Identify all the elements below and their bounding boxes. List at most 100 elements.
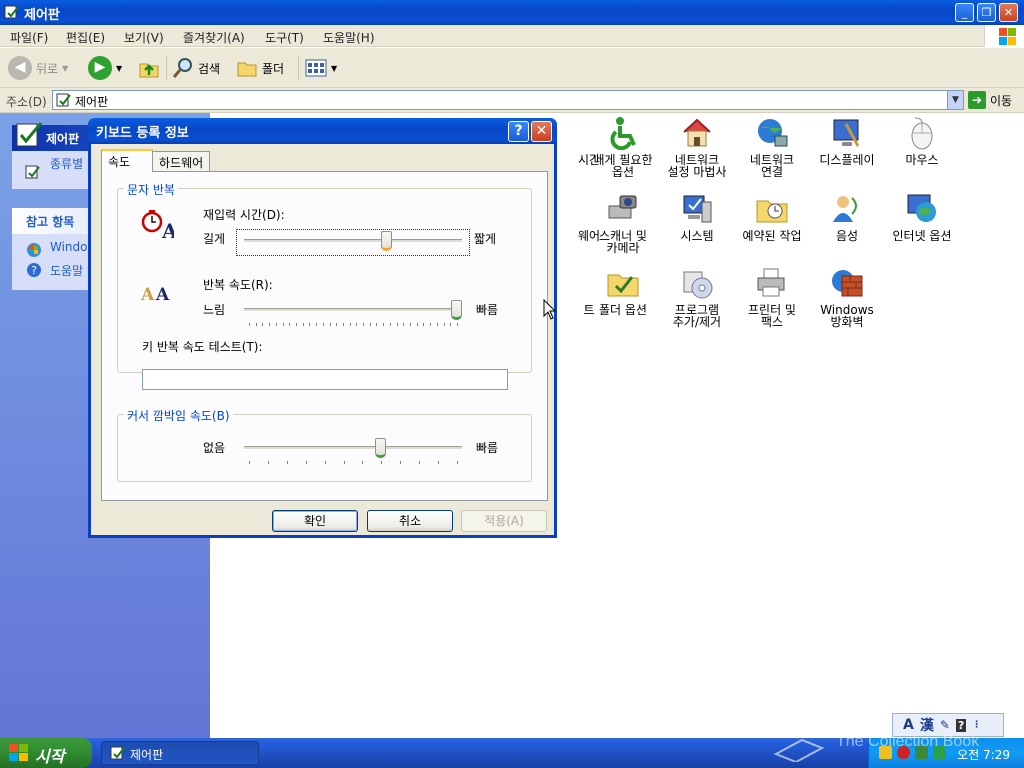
window-title: 제어판 [24,8,60,23]
slider-thumb[interactable] [380,231,392,251]
control-panel-icon [4,5,19,19]
network-setup-wizard-item[interactable]: 네트워크 설정 마법사 [658,116,736,178]
speech-item[interactable]: 음성 [808,192,886,242]
menu-tools[interactable]: 도구(T) [265,29,304,46]
taskbar-item-control-panel[interactable]: 제어판 [101,741,259,765]
tab-hardware[interactable]: 하드웨어 [152,151,210,171]
search-button[interactable]: 검색 [172,54,220,82]
printers-faxes-item[interactable]: 프린터 및 팩스 [733,266,811,328]
slider-tick [410,323,412,326]
slider-tick [324,461,326,464]
tab-speed[interactable]: 속도 [101,149,153,172]
hanja-button[interactable]: 漢 [920,715,934,735]
tab-hardware-label: 하드웨어 [159,156,204,170]
folders-button[interactable]: 폴더 [236,54,284,82]
menu-help[interactable]: 도움말(H) [323,29,375,46]
slider-track [244,239,462,243]
help-label: 도움말 [50,264,84,278]
address-input[interactable]: 제어판 ▼ [52,90,964,110]
menu-edit[interactable]: 편집(E) [66,29,105,46]
forward-button[interactable]: ▶ ▼ [88,54,122,82]
mouse-cursor-icon [543,299,557,320]
control-panel-header-label: 제어판 [46,132,80,146]
slider-tick [403,323,405,326]
control-panel-icon [16,122,43,147]
menu-favorites[interactable]: 즐겨찾기(A) [183,29,245,46]
ok-label: 확인 [303,514,327,528]
restore-button[interactable]: ❐ [977,3,996,22]
start-button[interactable]: 시작 [0,738,92,768]
slider-tick [316,323,318,326]
folder-options-label: 폴더 옵션 [599,303,647,317]
minimize-button[interactable]: _ [955,3,974,22]
back-button[interactable]: ◀ 뒤로 ▼ [8,54,68,82]
internet-options-item[interactable]: 인터넷 옵션 [883,192,961,242]
add-remove-programs-item[interactable]: 프로그램 추가/제거 [658,266,736,328]
folder-options-icon [606,266,640,300]
views-button[interactable]: ▼ [305,54,337,82]
network-setup-label-2: 설정 마법사 [667,165,727,179]
apply-button[interactable]: 적용(A) [461,510,547,532]
dialog-close-button[interactable]: ✕ [531,121,552,142]
apply-label: 적용(A) [484,514,524,528]
display-item[interactable]: 디스플레이 [808,116,886,166]
network-connections-label-2: 연결 [760,165,784,179]
windows-firewall-item[interactable]: Windows 방화벽 [808,266,886,328]
slider-tick [267,461,269,464]
ok-button[interactable]: 확인 [272,510,358,532]
ime-pad-icon[interactable]: ✎ [940,718,950,732]
repeat-rate-slider[interactable] [244,300,462,322]
speech-label: 음성 [835,229,859,243]
repeat-test-input[interactable] [142,369,508,390]
scheduled-tasks-item[interactable]: 예약된 작업 [733,192,811,242]
mouse-item[interactable]: 마우스 [883,116,961,166]
cursor-blink-ticks [249,461,458,465]
slider-tick [342,323,344,326]
network-globe-icon [755,116,789,150]
fonts-icon [552,266,586,300]
system-item[interactable]: 시스템 [658,192,736,242]
input-mode-button[interactable]: A [903,717,914,733]
dialog-titlebar[interactable]: 키보드 등록 정보 ? ✕ [88,118,557,144]
mouse-icon [905,116,939,150]
forward-arrow-icon: ▶ [88,56,112,80]
slider-tick [396,323,398,326]
slider-tick [343,461,345,464]
langbar-options-icon[interactable]: ⋮ [972,720,981,730]
up-folder-button[interactable] [138,54,160,82]
repeat-rate-fast-label: 빠름 [476,303,499,317]
folder-options-item[interactable]: 폴더 옵션 [584,266,662,316]
cancel-label: 취소 [398,514,422,528]
blink-fast-label: 빠름 [476,441,499,455]
toolbar-separator [298,56,299,80]
cursor-blink-slider[interactable] [244,438,462,460]
scheduled-tasks-icon [755,192,789,226]
windows-update-icon [27,243,41,257]
svg-text:A: A [155,285,170,305]
slider-tick [383,323,385,326]
help-button[interactable]: ? [508,121,529,142]
address-dropdown-button[interactable]: ▼ [947,91,963,109]
menu-file[interactable]: 파일(F) [10,29,48,46]
slider-tick [430,323,432,326]
scanner-camera-icon [606,192,640,226]
close-button[interactable]: ✕ [999,3,1018,22]
window-titlebar[interactable]: 제어판 _ ❐ ✕ [0,0,1024,25]
tab-speed-label: 속도 [108,155,131,169]
slider-tick [436,323,438,326]
cancel-button[interactable]: 취소 [367,510,453,532]
network-connections-item[interactable]: 네트워크 연결 [733,116,811,178]
slider-tick [302,323,304,326]
slider-thumb[interactable] [374,438,386,458]
go-button[interactable]: ➔ 이동 [968,91,1012,109]
slider-tick [356,323,358,326]
keyboard-properties-dialog: 키보드 등록 정보 ? ✕ 속도 하드웨어 문자 반복 A 재입력 시간(D):… [88,118,557,538]
slider-thumb[interactable] [451,300,462,320]
accessibility-options-item[interactable]: 내게 필요한 옵션 [584,116,662,178]
slider-tick [305,461,307,464]
slider-tick [457,461,458,464]
repeat-delay-slider[interactable] [244,231,462,253]
ime-help-icon[interactable]: ? [955,718,967,732]
menu-view[interactable]: 보기(V) [124,29,164,46]
scanners-cameras-item[interactable]: 스캐너 및 카메라 [584,192,662,254]
